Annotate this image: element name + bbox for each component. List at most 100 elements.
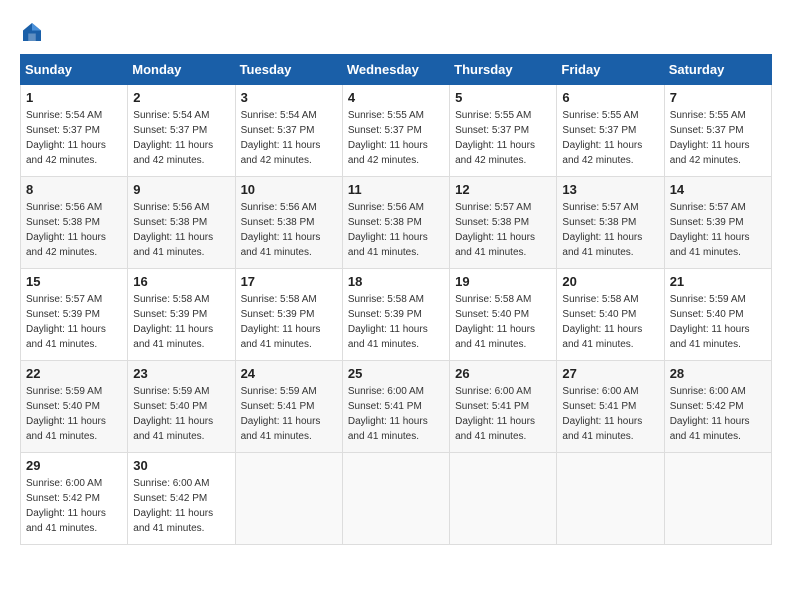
- day-info: Sunrise: 5:55 AMSunset: 5:37 PMDaylight:…: [670, 108, 766, 168]
- day-number: 14: [670, 182, 766, 197]
- calendar-cell: 21 Sunrise: 5:59 AMSunset: 5:40 PMDayligh…: [664, 269, 771, 361]
- day-number: 4: [348, 90, 444, 105]
- day-info: Sunrise: 5:56 AMSunset: 5:38 PMDaylight:…: [241, 200, 337, 260]
- day-number: 17: [241, 274, 337, 289]
- day-number: 24: [241, 366, 337, 381]
- day-number: 28: [670, 366, 766, 381]
- day-number: 2: [133, 90, 229, 105]
- day-info: Sunrise: 5:58 AMSunset: 5:40 PMDaylight:…: [455, 292, 551, 352]
- logo: [20, 20, 48, 44]
- calendar-week-5: 29 Sunrise: 6:00 AMSunset: 5:42 PMDayligh…: [21, 453, 772, 545]
- day-number: 11: [348, 182, 444, 197]
- day-info: Sunrise: 5:58 AMSunset: 5:39 PMDaylight:…: [241, 292, 337, 352]
- day-info: Sunrise: 6:00 AMSunset: 5:42 PMDaylight:…: [133, 476, 229, 536]
- day-info: Sunrise: 5:55 AMSunset: 5:37 PMDaylight:…: [562, 108, 658, 168]
- calendar-cell: 25 Sunrise: 6:00 AMSunset: 5:41 PMDayligh…: [342, 361, 449, 453]
- calendar-header-row: Sunday Monday Tuesday Wednesday Thursday…: [21, 55, 772, 85]
- calendar-cell: [450, 453, 557, 545]
- day-info: Sunrise: 5:59 AMSunset: 5:41 PMDaylight:…: [241, 384, 337, 444]
- calendar-cell: 26 Sunrise: 6:00 AMSunset: 5:41 PMDayligh…: [450, 361, 557, 453]
- day-info: Sunrise: 6:00 AMSunset: 5:41 PMDaylight:…: [348, 384, 444, 444]
- calendar-cell: 28Sunrise: 6:00 AMSunset: 5:42 PMDayligh…: [664, 361, 771, 453]
- day-info: Sunrise: 5:59 AMSunset: 5:40 PMDaylight:…: [26, 384, 122, 444]
- day-info: Sunrise: 5:55 AMSunset: 5:37 PMDaylight:…: [348, 108, 444, 168]
- calendar-cell: 9 Sunrise: 5:56 AMSunset: 5:38 PMDaylight…: [128, 177, 235, 269]
- day-info: Sunrise: 5:56 AMSunset: 5:38 PMDaylight:…: [133, 200, 229, 260]
- day-info: Sunrise: 5:57 AMSunset: 5:38 PMDaylight:…: [562, 200, 658, 260]
- calendar-cell: [557, 453, 664, 545]
- day-info: Sunrise: 5:57 AMSunset: 5:39 PMDaylight:…: [26, 292, 122, 352]
- calendar-week-1: 1 Sunrise: 5:54 AMSunset: 5:37 PMDaylight…: [21, 85, 772, 177]
- day-number: 10: [241, 182, 337, 197]
- calendar-cell: [235, 453, 342, 545]
- calendar-cell: 29 Sunrise: 6:00 AMSunset: 5:42 PMDayligh…: [21, 453, 128, 545]
- day-number: 16: [133, 274, 229, 289]
- day-info: Sunrise: 5:59 AMSunset: 5:40 PMDaylight:…: [133, 384, 229, 444]
- day-info: Sunrise: 5:58 AMSunset: 5:39 PMDaylight:…: [133, 292, 229, 352]
- day-info: Sunrise: 6:00 AMSunset: 5:42 PMDaylight:…: [26, 476, 122, 536]
- day-number: 25: [348, 366, 444, 381]
- day-info: Sunrise: 6:00 AMSunset: 5:41 PMDaylight:…: [455, 384, 551, 444]
- calendar-cell: 13 Sunrise: 5:57 AMSunset: 5:38 PMDayligh…: [557, 177, 664, 269]
- day-number: 5: [455, 90, 551, 105]
- day-number: 1: [26, 90, 122, 105]
- day-info: Sunrise: 5:54 AMSunset: 5:37 PMDaylight:…: [241, 108, 337, 168]
- calendar-table: Sunday Monday Tuesday Wednesday Thursday…: [20, 54, 772, 545]
- col-friday: Friday: [557, 55, 664, 85]
- calendar-cell: 11 Sunrise: 5:56 AMSunset: 5:38 PMDayligh…: [342, 177, 449, 269]
- calendar-body: 1 Sunrise: 5:54 AMSunset: 5:37 PMDaylight…: [21, 85, 772, 545]
- day-info: Sunrise: 5:58 AMSunset: 5:39 PMDaylight:…: [348, 292, 444, 352]
- calendar-cell: 24 Sunrise: 5:59 AMSunset: 5:41 PMDayligh…: [235, 361, 342, 453]
- day-info: Sunrise: 5:58 AMSunset: 5:40 PMDaylight:…: [562, 292, 658, 352]
- calendar-cell: 23 Sunrise: 5:59 AMSunset: 5:40 PMDayligh…: [128, 361, 235, 453]
- calendar-cell: 22Sunrise: 5:59 AMSunset: 5:40 PMDayligh…: [21, 361, 128, 453]
- day-number: 29: [26, 458, 122, 473]
- calendar-cell: 14 Sunrise: 5:57 AMSunset: 5:39 PMDayligh…: [664, 177, 771, 269]
- day-number: 12: [455, 182, 551, 197]
- day-number: 27: [562, 366, 658, 381]
- day-number: 8: [26, 182, 122, 197]
- col-thursday: Thursday: [450, 55, 557, 85]
- day-number: 21: [670, 274, 766, 289]
- calendar-cell: 20 Sunrise: 5:58 AMSunset: 5:40 PMDayligh…: [557, 269, 664, 361]
- calendar-cell: 12 Sunrise: 5:57 AMSunset: 5:38 PMDayligh…: [450, 177, 557, 269]
- calendar-cell: [664, 453, 771, 545]
- calendar-cell: 7 Sunrise: 5:55 AMSunset: 5:37 PMDaylight…: [664, 85, 771, 177]
- calendar-cell: 15 Sunrise: 5:57 AMSunset: 5:39 PMDayligh…: [21, 269, 128, 361]
- day-info: Sunrise: 5:57 AMSunset: 5:39 PMDaylight:…: [670, 200, 766, 260]
- day-info: Sunrise: 5:59 AMSunset: 5:40 PMDaylight:…: [670, 292, 766, 352]
- day-number: 15: [26, 274, 122, 289]
- day-number: 7: [670, 90, 766, 105]
- day-number: 20: [562, 274, 658, 289]
- calendar-week-3: 15 Sunrise: 5:57 AMSunset: 5:39 PMDayligh…: [21, 269, 772, 361]
- calendar-cell: 5Sunrise: 5:55 AMSunset: 5:37 PMDaylight…: [450, 85, 557, 177]
- day-info: Sunrise: 6:00 AMSunset: 5:41 PMDaylight:…: [562, 384, 658, 444]
- logo-icon: [20, 20, 44, 44]
- calendar-cell: 30Sunrise: 6:00 AMSunset: 5:42 PMDayligh…: [128, 453, 235, 545]
- col-saturday: Saturday: [664, 55, 771, 85]
- day-number: 9: [133, 182, 229, 197]
- col-sunday: Sunday: [21, 55, 128, 85]
- calendar-cell: 10 Sunrise: 5:56 AMSunset: 5:38 PMDayligh…: [235, 177, 342, 269]
- day-number: 26: [455, 366, 551, 381]
- calendar-cell: 16 Sunrise: 5:58 AMSunset: 5:39 PMDayligh…: [128, 269, 235, 361]
- calendar-cell: 1 Sunrise: 5:54 AMSunset: 5:37 PMDaylight…: [21, 85, 128, 177]
- day-number: 19: [455, 274, 551, 289]
- day-info: Sunrise: 5:54 AMSunset: 5:37 PMDaylight:…: [133, 108, 229, 168]
- calendar-cell: 6Sunrise: 5:55 AMSunset: 5:37 PMDaylight…: [557, 85, 664, 177]
- day-number: 23: [133, 366, 229, 381]
- calendar-cell: 2 Sunrise: 5:54 AMSunset: 5:37 PMDaylight…: [128, 85, 235, 177]
- calendar-cell: 18Sunrise: 5:58 AMSunset: 5:39 PMDayligh…: [342, 269, 449, 361]
- day-number: 13: [562, 182, 658, 197]
- page-header: [20, 20, 772, 44]
- calendar-cell: 27 Sunrise: 6:00 AMSunset: 5:41 PMDayligh…: [557, 361, 664, 453]
- day-info: Sunrise: 5:54 AMSunset: 5:37 PMDaylight:…: [26, 108, 122, 168]
- calendar-cell: 4 Sunrise: 5:55 AMSunset: 5:37 PMDaylight…: [342, 85, 449, 177]
- col-tuesday: Tuesday: [235, 55, 342, 85]
- day-info: Sunrise: 5:56 AMSunset: 5:38 PMDaylight:…: [348, 200, 444, 260]
- calendar-week-4: 22Sunrise: 5:59 AMSunset: 5:40 PMDayligh…: [21, 361, 772, 453]
- calendar-cell: 8 Sunrise: 5:56 AMSunset: 5:38 PMDaylight…: [21, 177, 128, 269]
- day-info: Sunrise: 5:56 AMSunset: 5:38 PMDaylight:…: [26, 200, 122, 260]
- calendar-cell: 3Sunrise: 5:54 AMSunset: 5:37 PMDaylight…: [235, 85, 342, 177]
- day-info: Sunrise: 5:57 AMSunset: 5:38 PMDaylight:…: [455, 200, 551, 260]
